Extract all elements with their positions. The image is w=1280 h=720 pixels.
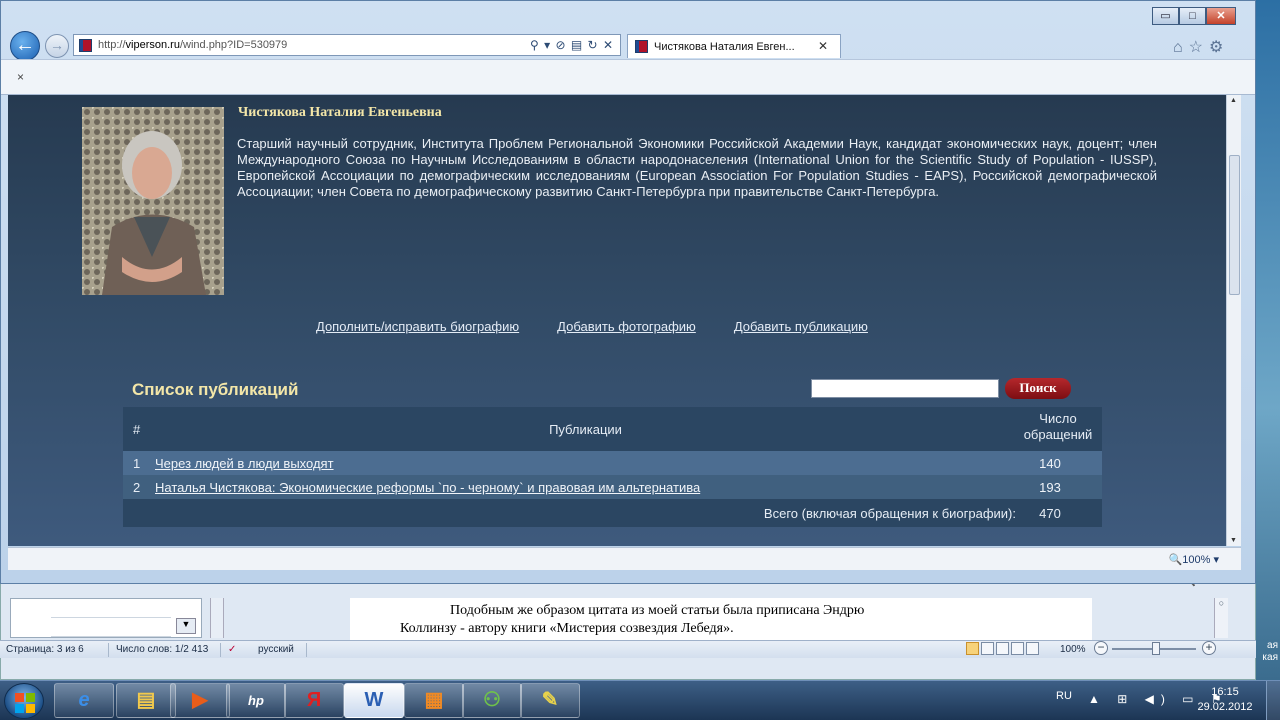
word-nav-panel <box>10 598 202 638</box>
row-number: 1 <box>133 456 141 471</box>
add-publication-link[interactable]: Добавить публикацию <box>734 319 868 334</box>
table-row: 1 Через людей в люди выходят 140 <box>123 451 1102 475</box>
zoom-out-button[interactable]: − <box>1094 641 1108 655</box>
page-content: Чистякова Наталия Евгеньевна Старший нау… <box>8 95 1226 546</box>
reading-view-icon[interactable] <box>981 642 994 655</box>
language-indicator[interactable]: RU <box>1056 690 1072 702</box>
table-row: 2 Наталья Чистякова: Экономические рефор… <box>123 475 1102 499</box>
spellcheck-icon[interactable]: ✓ <box>228 644 236 655</box>
taskbar-media-icon[interactable]: ▶ <box>170 683 230 718</box>
table-header: # Публикации Число обращений <box>123 407 1102 451</box>
profile-actions: Дополнить/исправить биографию Добавить ф… <box>316 319 868 334</box>
outline-icon[interactable] <box>1011 642 1024 655</box>
tab-close-icon[interactable]: ✕ <box>818 39 828 53</box>
status-page[interactable]: Страница: 3 из 6 <box>6 644 84 655</box>
table-total-row: Всего (включая обращения к биографии): 4… <box>123 499 1102 527</box>
taskbar-users-icon[interactable]: ⚇ <box>462 683 522 718</box>
close-bar-icon[interactable]: × <box>17 70 24 84</box>
status-word-count[interactable]: Число слов: 1/2 413 <box>116 644 208 655</box>
window-controls: ▭ □ ✕ <box>1152 7 1236 25</box>
search-button[interactable]: Поиск <box>1005 378 1071 399</box>
scrollbar-thumb[interactable] <box>1229 155 1240 295</box>
add-photo-link[interactable]: Добавить фотографию <box>557 319 696 334</box>
publication-link[interactable]: Наталья Чистякова: Экономические реформы… <box>155 480 700 495</box>
chevron-down-icon[interactable]: ▼ <box>176 618 196 634</box>
publication-link[interactable]: Через людей в люди выходят <box>155 456 334 471</box>
publications-table: # Публикации Число обращений 1 Через люд… <box>123 407 1102 527</box>
notification-bar: × <box>1 59 1255 95</box>
browser-status-bar: 🔍100% ▾ <box>8 547 1241 570</box>
profile-photo <box>82 107 224 295</box>
browse-object-icon[interactable]: ○ <box>1219 598 1224 608</box>
tab-favicon-icon <box>635 40 648 53</box>
taskbar-paint-icon[interactable]: ✎ <box>520 683 580 718</box>
web-layout-icon[interactable] <box>996 642 1009 655</box>
scroll-up-icon[interactable]: ▲ <box>1230 97 1237 104</box>
row-count: 140 <box>1039 456 1061 471</box>
maximize-button[interactable]: □ <box>1179 7 1206 25</box>
col-count: Число обращений <box>1023 411 1093 442</box>
home-favorites-tools-icons[interactable]: ⌂☆⚙ <box>1173 37 1229 57</box>
word-document-page[interactable]: Подобным же образом цитата из моей стать… <box>350 598 1092 640</box>
tab-active[interactable]: Чистякова Наталия Евген... ✕ <box>627 34 841 58</box>
taskbar-explorer-icon[interactable]: ▤ <box>116 683 176 718</box>
person-biography: Старший научный сотрудник, Института Про… <box>237 136 1157 199</box>
page-scrollbar[interactable]: ▲ ▼ <box>1226 95 1241 546</box>
edit-biography-link[interactable]: Дополнить/исправить биографию <box>316 319 519 334</box>
show-desktop-button[interactable] <box>1266 681 1280 720</box>
clock-time: 16:15 <box>1211 686 1239 698</box>
browser-zoom[interactable]: 🔍100% ▾ <box>1169 553 1219 566</box>
status-language[interactable]: русский <box>258 644 294 655</box>
taskbar-ie-icon[interactable]: e <box>54 683 114 718</box>
draft-icon[interactable] <box>1026 642 1039 655</box>
back-button[interactable]: ← <box>10 31 40 61</box>
address-bar[interactable]: http://viperson.ru/wind.php?ID=530979 ⚲ … <box>73 34 621 56</box>
scroll-down-icon[interactable]: ▼ <box>1230 537 1237 544</box>
col-publications: Публикации <box>549 422 622 437</box>
arrow-right-icon: → <box>50 37 64 53</box>
taskbar-yandex-icon[interactable]: Я <box>284 683 344 718</box>
zoom-in-button[interactable]: + <box>1202 641 1216 655</box>
view-buttons <box>966 642 1039 655</box>
search-input[interactable] <box>811 379 999 398</box>
forward-button[interactable]: → <box>45 34 69 58</box>
vertical-ruler <box>210 598 224 638</box>
address-url[interactable]: http://viperson.ru/wind.php?ID=530979 <box>98 39 287 51</box>
row-count: 193 <box>1039 480 1061 495</box>
publications-heading: Список публикаций <box>132 380 299 399</box>
minimize-button[interactable]: ▭ <box>1152 7 1179 25</box>
word-status-bar: Страница: 3 из 6 Число слов: 1/2 413 ✓ р… <box>0 640 1256 658</box>
total-label: Всего (включая обращения к биографии): <box>763 506 1016 521</box>
desktop-side-text: ая кая <box>1262 640 1278 663</box>
row-number: 2 <box>133 480 141 495</box>
taskbar-app-icon[interactable]: ▦ <box>404 683 464 718</box>
windows-logo-icon <box>15 693 24 702</box>
start-button[interactable] <box>4 683 44 719</box>
zoom-slider-handle[interactable] <box>1152 642 1160 655</box>
person-name: Чистякова Наталия Евгеньевна <box>238 105 442 120</box>
close-window-button[interactable]: ✕ <box>1206 7 1236 25</box>
doc-line-1: Подобным же образом цитата из моей стать… <box>450 603 865 618</box>
status-zoom[interactable]: 100% <box>1060 644 1086 655</box>
clock[interactable]: 16:15 29.02.2012 <box>1196 685 1254 715</box>
print-layout-icon[interactable] <box>966 642 979 655</box>
taskbar-hp-icon[interactable]: hp <box>226 683 286 718</box>
word-scrollbar[interactable]: ○ <box>1214 598 1228 638</box>
address-tools[interactable]: ⚲ ▾ ⊘ ▤ ↻ ✕ <box>530 38 614 52</box>
taskbar-word-icon[interactable]: W <box>344 683 404 718</box>
site-favicon-icon <box>79 39 92 52</box>
arrow-left-icon: ← <box>15 34 35 56</box>
total-value: 470 <box>1039 506 1061 521</box>
doc-line-2: Коллинзу - автору книги «Мистерия созвез… <box>400 621 734 636</box>
tab-title: Чистякова Наталия Евген... <box>654 41 795 53</box>
clock-date: 29.02.2012 <box>1197 701 1253 713</box>
